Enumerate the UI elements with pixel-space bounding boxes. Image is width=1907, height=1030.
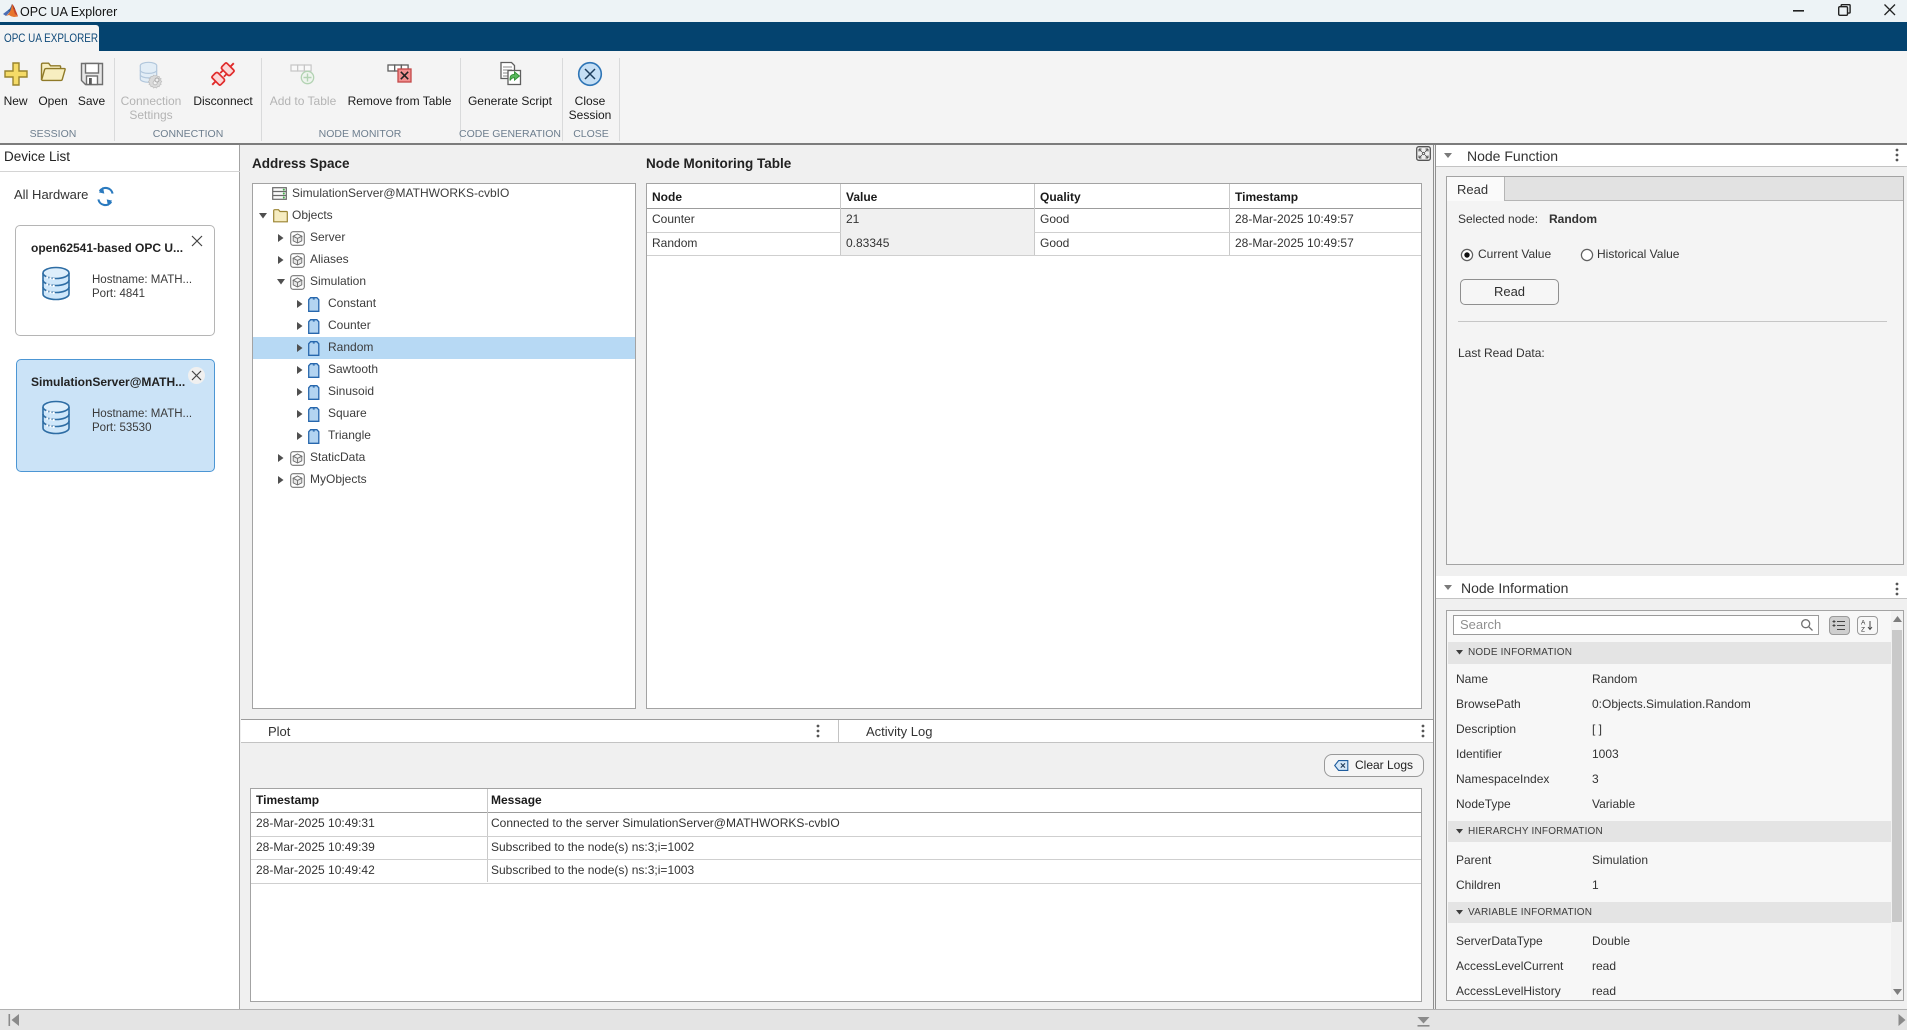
svg-text:A: A: [1861, 620, 1866, 627]
svg-text:Z: Z: [1861, 627, 1865, 634]
